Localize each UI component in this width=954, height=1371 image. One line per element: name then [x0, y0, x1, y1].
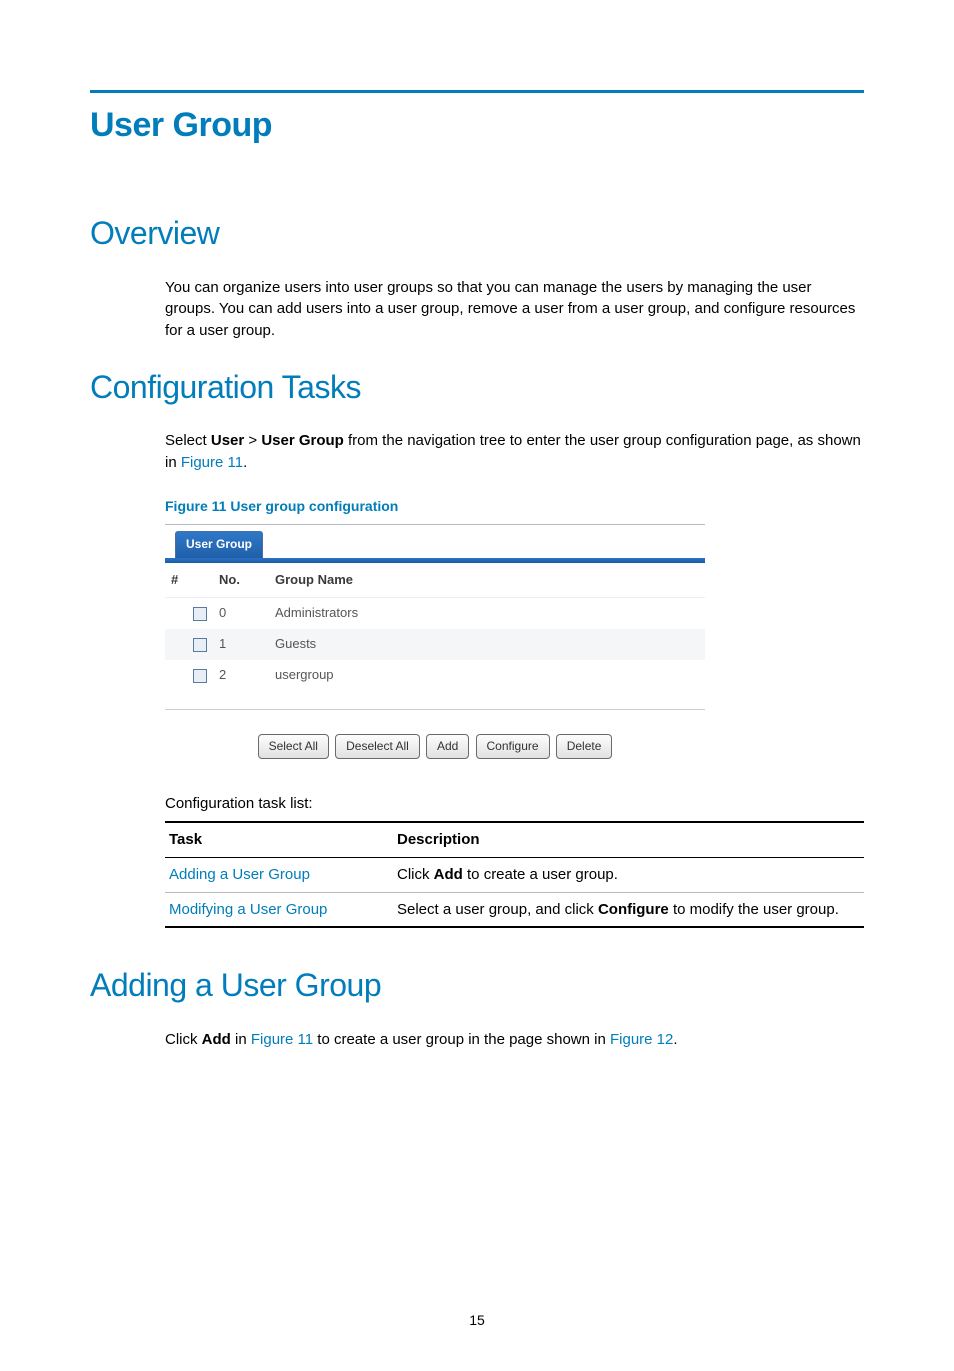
config-intro-end: . [243, 454, 247, 471]
task-header-task: Task [165, 822, 393, 857]
row-name: usergroup [269, 660, 705, 691]
task-desc-pre: Click [397, 866, 434, 883]
task-desc-post: to create a user group. [463, 866, 618, 883]
row-no: 1 [213, 629, 269, 660]
row-no: 2 [213, 660, 269, 691]
col-name: Group Name [269, 563, 705, 598]
task-row: Modifying a User Group Select a user gro… [165, 892, 864, 927]
config-intro-user: User [211, 432, 244, 449]
page-number: 15 [90, 1310, 864, 1330]
task-desc-pre: Select a user group, and click [397, 901, 598, 918]
task-link-modifying[interactable]: Modifying a User Group [169, 901, 327, 918]
adding-end: . [673, 1031, 677, 1048]
adding-fig12-link[interactable]: Figure 12 [610, 1031, 673, 1048]
figure-buttons: Select All Deselect All Add Configure De… [165, 709, 705, 765]
task-desc-bold: Add [434, 866, 463, 883]
figure-header-row: # No. Group Name [165, 563, 705, 598]
config-intro-gt: > [244, 432, 261, 449]
top-rule [90, 90, 864, 93]
figure-table: # No. Group Name 0 Administrators 1 Gues… [165, 563, 705, 691]
table-row: 2 usergroup [165, 660, 705, 691]
figure-11: User Group # No. Group Name 0 Administra… [165, 524, 705, 765]
task-desc-bold: Configure [598, 901, 669, 918]
task-desc: Click Add to create a user group. [393, 857, 864, 892]
col-hash: # [165, 563, 213, 598]
adding-text: Click Add in Figure 11 to create a user … [165, 1029, 864, 1051]
add-button[interactable]: Add [426, 734, 469, 759]
adding-mid1: in [231, 1031, 251, 1048]
figure-tab[interactable]: User Group [175, 531, 263, 557]
adding-fig11-link[interactable]: Figure 11 [251, 1031, 313, 1048]
select-all-button[interactable]: Select All [258, 734, 329, 759]
checkbox-icon[interactable] [193, 638, 207, 652]
row-name: Administrators [269, 598, 705, 629]
overview-heading: Overview [90, 210, 864, 256]
delete-button[interactable]: Delete [556, 734, 613, 759]
table-row: 0 Administrators [165, 598, 705, 629]
adding-mid2: to create a user group in the page shown… [313, 1031, 610, 1048]
task-list-label: Configuration task list: [165, 793, 864, 815]
figure-caption: Figure 11 User group configuration [165, 496, 864, 516]
col-no: No. [213, 563, 269, 598]
task-header-row: Task Description [165, 822, 864, 857]
task-row: Adding a User Group Click Add to create … [165, 857, 864, 892]
deselect-all-button[interactable]: Deselect All [335, 734, 420, 759]
config-intro-pre: Select [165, 432, 211, 449]
config-intro-figlink[interactable]: Figure 11 [181, 454, 243, 471]
checkbox-icon[interactable] [193, 607, 207, 621]
table-row: 1 Guests [165, 629, 705, 660]
adding-pre: Click [165, 1031, 202, 1048]
overview-text: You can organize users into user groups … [165, 277, 864, 342]
adding-heading: Adding a User Group [90, 962, 864, 1008]
config-intro: Select User > User Group from the naviga… [165, 430, 864, 474]
configure-button[interactable]: Configure [476, 734, 550, 759]
task-header-desc: Description [393, 822, 864, 857]
task-link-adding[interactable]: Adding a User Group [169, 866, 310, 883]
row-name: Guests [269, 629, 705, 660]
page-title: User Group [90, 101, 864, 150]
checkbox-icon[interactable] [193, 669, 207, 683]
config-heading: Configuration Tasks [90, 364, 864, 410]
adding-bold: Add [202, 1031, 231, 1048]
config-intro-usergroup: User Group [261, 432, 344, 449]
task-desc-post: to modify the user group. [669, 901, 839, 918]
row-no: 0 [213, 598, 269, 629]
task-desc: Select a user group, and click Configure… [393, 892, 864, 927]
task-table: Task Description Adding a User Group Cli… [165, 821, 864, 928]
